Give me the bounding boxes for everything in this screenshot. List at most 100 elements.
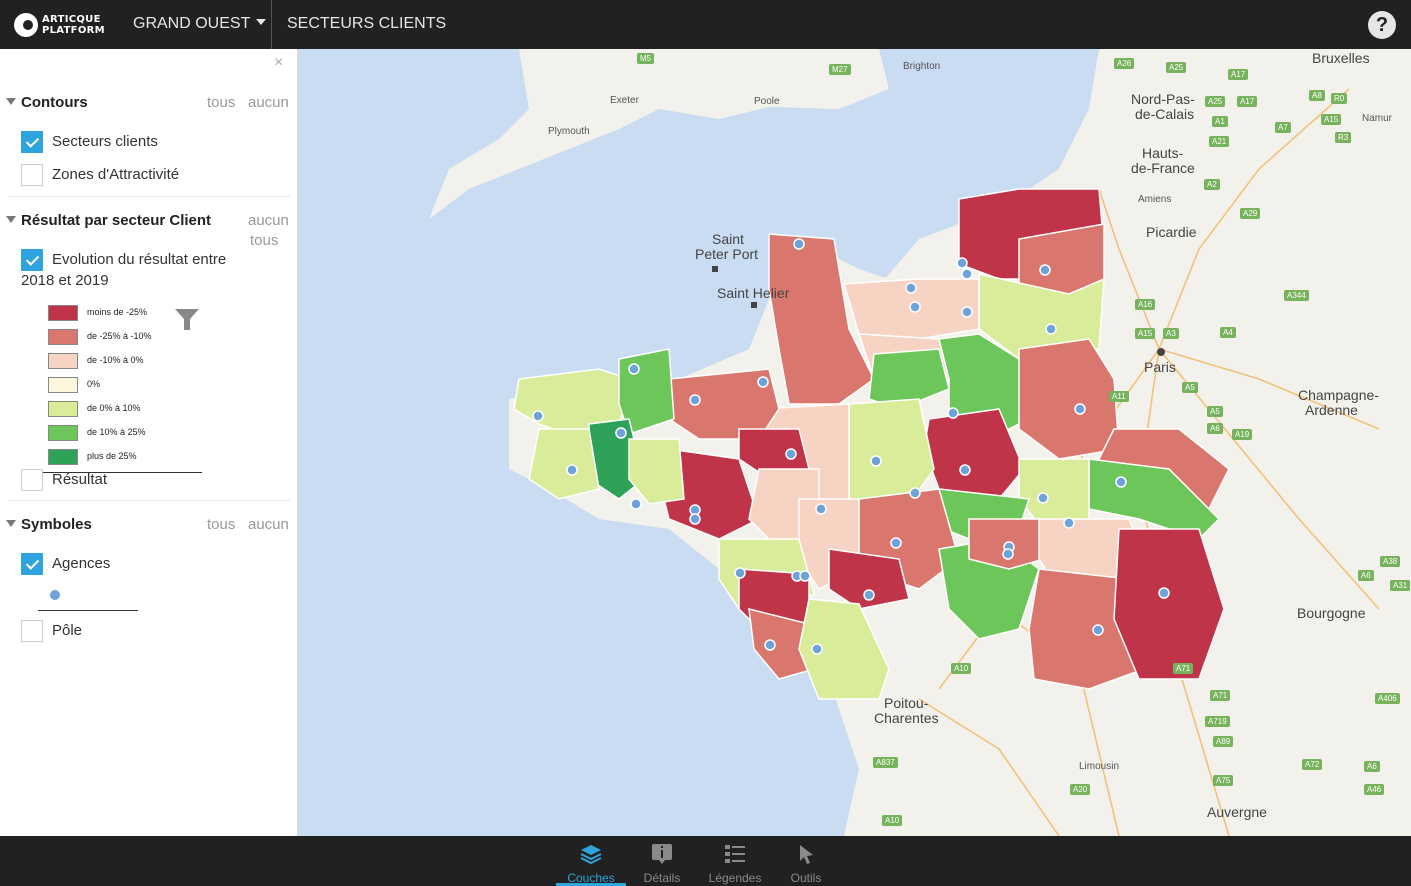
tab-details[interactable]: Détails: [627, 836, 697, 886]
agency-marker: [956, 257, 968, 269]
road-shield: M27: [829, 64, 851, 75]
page-title: SECTEURS CLIENTS: [287, 15, 447, 32]
symbol-underline: [38, 610, 138, 611]
road-shield: A71: [1173, 663, 1194, 674]
list-icon: [725, 845, 745, 863]
road-shield: A837: [873, 757, 898, 768]
agency-marker: [689, 513, 701, 525]
road-shield: A71: [1210, 690, 1231, 701]
road-shield: A89: [1213, 736, 1234, 747]
map-canvas[interactable]: [299, 49, 1411, 836]
region-dropdown[interactable]: GRAND OUEST: [133, 15, 267, 33]
road-shield: A17: [1237, 96, 1258, 107]
map-label-region: Charentes: [874, 710, 939, 726]
layers-icon: [580, 845, 602, 865]
agency-marker: [905, 282, 917, 294]
checkbox-unchecked[interactable]: [21, 469, 43, 491]
tab-label: Couches: [567, 871, 615, 885]
map-label-city: Paris: [1144, 359, 1176, 375]
legend-label: de 0% à 10%: [87, 403, 141, 413]
layer-label: Résultat: [52, 470, 108, 488]
agency-marker: [615, 427, 627, 439]
agency-marker: [1063, 517, 1075, 529]
map-view[interactable]: Bruxelles Nord-Pas- de-Calais Hauts- de-…: [299, 49, 1411, 836]
road-shield: A25: [1166, 62, 1187, 73]
agency-marker: [947, 407, 959, 419]
legend-label: moins de -25%: [87, 307, 148, 317]
map-label-city: Exeter: [610, 95, 639, 106]
layer-resultat[interactable]: Résultat: [21, 469, 107, 491]
section-divider: [8, 196, 290, 197]
tab-label: Légendes: [708, 871, 762, 885]
contours-all-link[interactable]: tous: [207, 94, 235, 111]
layer-label: Pôle: [52, 621, 83, 639]
checkbox-unchecked[interactable]: [21, 620, 43, 642]
tab-couches[interactable]: Couches: [556, 836, 626, 886]
agency-marker: [532, 410, 544, 422]
region-dropdown-label: GRAND OUEST: [133, 15, 251, 32]
road-shield: A75: [1213, 775, 1234, 786]
resultat-all-link[interactable]: tous: [250, 232, 278, 249]
road-shield: A72: [1302, 759, 1323, 770]
help-icon[interactable]: ?: [1368, 11, 1396, 39]
checkbox-checked[interactable]: [21, 249, 43, 271]
road-shield: M5: [637, 53, 655, 64]
layer-zones-attractivite[interactable]: Zones d'Attractivité: [21, 164, 179, 186]
layer-label-line1: Evolution du résultat entre: [52, 250, 227, 268]
legend-swatch: [48, 425, 78, 441]
agency-marker: [764, 639, 776, 651]
contours-none-link[interactable]: aucun: [248, 94, 289, 111]
agency-marker: [1039, 264, 1051, 276]
map-label-city: Amiens: [1138, 194, 1172, 205]
map-label-region: de-Calais: [1135, 106, 1195, 122]
section-contours-header[interactable]: Contours: [6, 94, 88, 111]
checkbox-checked[interactable]: [21, 553, 43, 575]
road-shield: A38: [1380, 556, 1401, 567]
road-shield: A4: [1220, 327, 1236, 338]
caret-down-icon: [256, 19, 267, 25]
road-shield: R3: [1335, 132, 1352, 143]
checkbox-checked[interactable]: [21, 131, 43, 153]
road-shield: A21: [1209, 136, 1230, 147]
agency-marker: [799, 570, 811, 582]
agency-marker: [1045, 323, 1057, 335]
agency-marker: [757, 376, 769, 388]
layer-pole[interactable]: Pôle: [21, 620, 82, 642]
top-bar: ARTICQUE PLATFORM GRAND OUEST SECTEURS C…: [0, 0, 1411, 49]
checkbox-unchecked[interactable]: [21, 164, 43, 186]
layer-label: Secteurs clients: [52, 132, 158, 150]
symboles-none-link[interactable]: aucun: [248, 516, 289, 533]
symboles-all-link[interactable]: tous: [207, 516, 235, 533]
layer-agences[interactable]: Agences: [21, 553, 110, 575]
cursor-arrow-icon: [800, 845, 813, 864]
road-shield: A8: [1309, 90, 1325, 101]
section-symboles-title: Symboles: [21, 516, 92, 533]
articque-logo[interactable]: ARTICQUE PLATFORM: [14, 11, 105, 39]
legend-label: de 10% à 25%: [87, 427, 146, 437]
tab-label: Détails: [643, 871, 681, 885]
layers-sidebar: × Contours tous aucun Secteurs clients Z…: [0, 49, 299, 836]
section-resultat-header[interactable]: Résultat par secteur Client: [6, 212, 211, 229]
layer-secteurs-clients[interactable]: Secteurs clients: [21, 131, 158, 153]
map-label-region: Poitou-: [884, 695, 929, 711]
legend-label: 0%: [87, 379, 101, 389]
tab-outils[interactable]: Outils: [771, 836, 841, 886]
road-shield: A10: [951, 663, 972, 674]
filter-icon[interactable]: [174, 308, 200, 332]
road-shield: A11: [1109, 391, 1129, 402]
collapse-triangle-icon: [6, 216, 16, 223]
map-label-region: Auvergne: [1207, 804, 1267, 820]
legend-label: de -25% à -10%: [87, 331, 152, 341]
tab-legendes[interactable]: Légendes: [700, 836, 770, 886]
close-icon[interactable]: ×: [274, 54, 283, 72]
info-icon: [652, 844, 672, 864]
agency-marker: [628, 363, 640, 375]
map-label-city: Namur: [1362, 113, 1393, 124]
resultat-none-link[interactable]: aucun: [248, 212, 289, 229]
agency-marker: [890, 537, 902, 549]
agency-marker: [870, 455, 882, 467]
agency-marker: [734, 567, 746, 579]
road-shield: A344: [1284, 290, 1309, 301]
section-symboles-header[interactable]: Symboles: [6, 516, 92, 533]
layer-evolution-resultat[interactable]: Evolution du résultat entre 2018 et 2019: [21, 249, 281, 291]
